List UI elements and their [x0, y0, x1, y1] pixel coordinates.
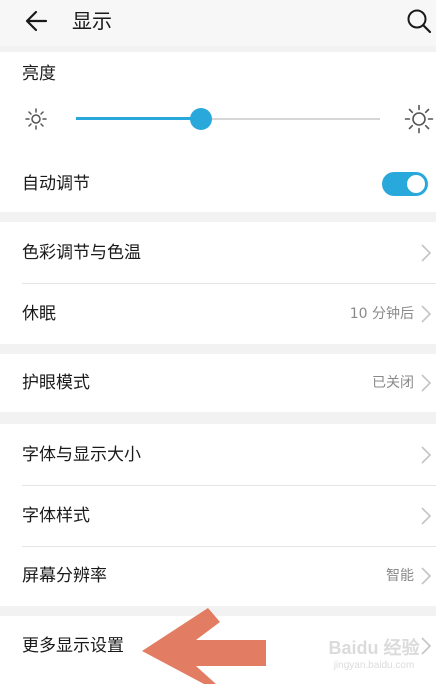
- auto-adjust-label: 自动调节: [22, 174, 90, 194]
- sun-large-icon: [404, 104, 434, 134]
- chevron-right-icon: [421, 374, 432, 392]
- row-label: 字体样式: [22, 506, 90, 526]
- eye-comfort-value: 已关闭: [372, 375, 414, 391]
- chevron-right-icon: [421, 305, 432, 323]
- font-style-row[interactable]: 字体样式: [0, 486, 436, 546]
- row-label: 护眼模式: [22, 373, 90, 393]
- toggle-knob: [407, 175, 425, 193]
- font-display-size-row[interactable]: 字体与显示大小: [0, 424, 436, 484]
- color-sleep-card: 色彩调节与色温 休眠 10 分钟后: [0, 222, 436, 344]
- eye-comfort-row[interactable]: 护眼模式 已关闭: [0, 354, 436, 412]
- page-title: 显示: [72, 9, 112, 33]
- resolution-value: 智能: [386, 568, 414, 584]
- slider-thumb[interactable]: [190, 108, 212, 130]
- chevron-right-icon: [421, 567, 432, 585]
- row-label: 更多显示设置: [22, 636, 124, 656]
- baidu-watermark: Baidu 经验 jingyan.baidu.com: [318, 630, 430, 680]
- row-label: 屏幕分辨率: [22, 566, 107, 586]
- row-label: 色彩调节与色温: [22, 243, 141, 263]
- sleep-value: 10 分钟后: [349, 306, 414, 322]
- color-temperature-row[interactable]: 色彩调节与色温: [0, 222, 436, 283]
- eye-comfort-card: 护眼模式 已关闭: [0, 354, 436, 412]
- top-bar: 显示: [0, 0, 436, 46]
- watermark-sub: jingyan.baidu.com: [333, 660, 415, 671]
- sleep-row[interactable]: 休眠 10 分钟后: [0, 284, 436, 344]
- row-label: 休眠: [22, 304, 56, 324]
- chevron-right-icon: [421, 446, 432, 464]
- sun-small-icon: [25, 108, 47, 130]
- brightness-card: 亮度 自动调节: [0, 52, 436, 212]
- chevron-right-icon: [421, 244, 432, 262]
- font-resolution-card: 字体与显示大小 字体样式 屏幕分辨率 智能: [0, 424, 436, 606]
- chevron-right-icon: [421, 507, 432, 525]
- arrow-left-icon[interactable]: [22, 6, 52, 36]
- row-label: 字体与显示大小: [22, 445, 141, 465]
- slider-fill: [76, 117, 201, 120]
- brightness-slider[interactable]: [76, 108, 380, 130]
- watermark-text: Baidu 经验: [328, 638, 420, 658]
- search-icon[interactable]: [404, 6, 434, 36]
- auto-adjust-toggle[interactable]: [382, 172, 428, 196]
- auto-adjust-row[interactable]: 自动调节: [0, 158, 436, 210]
- screen-resolution-row[interactable]: 屏幕分辨率 智能: [0, 547, 436, 606]
- brightness-label: 亮度: [22, 64, 56, 84]
